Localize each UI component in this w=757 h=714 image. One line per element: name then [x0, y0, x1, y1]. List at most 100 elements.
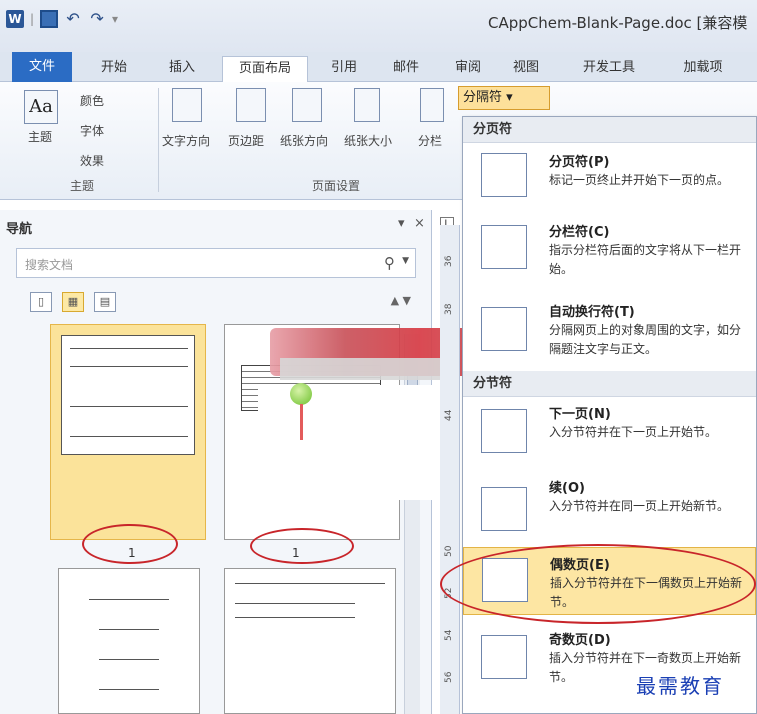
menu-item-column-break[interactable]: 分栏符(C) 指示分栏符后面的文字将从下一栏开始。 [463, 215, 756, 283]
group-separator [158, 88, 159, 192]
paper-size-icon[interactable] [354, 88, 380, 122]
columns-button[interactable]: 分栏 [418, 132, 442, 149]
nav-options-icon[interactable]: ▾ [398, 216, 405, 231]
section-breaks-header: 分节符 [463, 371, 756, 397]
menu-item-text-wrapping[interactable]: 自动换行符(T) 分隔网页上的对象周围的文字，如分隔题注文字与正文。 [463, 297, 756, 365]
title-bar: W | ↶ ↷ ▾ CAppChem-Blank-Page.doc [兼容模 [0, 0, 757, 52]
tab-developer[interactable]: 开发工具 [566, 56, 652, 82]
odd-page-icon [481, 635, 527, 679]
tab-view[interactable]: 视图 [506, 56, 546, 82]
tab-mailings[interactable]: 邮件 [384, 56, 428, 82]
thumbnail-content [61, 335, 195, 455]
annotation-circle [82, 524, 178, 564]
theme-group-caption: 主题 [70, 179, 95, 193]
thumbnail-line [89, 599, 169, 600]
headings-view-button[interactable]: ▯ [30, 292, 52, 312]
theme-colors-button[interactable]: 颜色 [80, 92, 104, 109]
thumbnail-line [235, 617, 355, 618]
thumbnail-line [99, 629, 159, 630]
breaks-button[interactable]: 分隔符 ▾ [458, 86, 550, 110]
breaks-menu: 分页符 分页符(P) 标记一页终止并开始下一页的点。 分栏符(C) 指示分栏符后… [462, 116, 757, 714]
watermark: 最需教育 [636, 674, 724, 698]
thumbnail-line [70, 348, 188, 349]
menu-item-desc: 入分节符并在下一页上开始节。 [549, 425, 718, 439]
ruler-tick: 38 [444, 303, 454, 315]
tab-insert[interactable]: 插入 [160, 56, 204, 82]
ruler-tick: 50 [444, 545, 454, 557]
ribbon-tabs: 文件 开始 插入 页面布局 引用 邮件 审阅 视图 开发工具 加载项 [0, 52, 757, 82]
continuous-icon [481, 487, 527, 531]
thumbnail-line [235, 603, 355, 604]
close-icon[interactable]: × [414, 216, 425, 231]
page-thumbnail-4[interactable] [224, 568, 396, 714]
tab-addins[interactable]: 加载项 [670, 56, 736, 82]
menu-item-desc: 指示分栏符后面的文字将从下一栏开始。 [549, 243, 742, 276]
window-title: CAppChem-Blank-Page.doc [兼容模 [488, 14, 748, 32]
page-thumbnail-3[interactable] [58, 568, 200, 714]
qat-separator: | [30, 12, 35, 26]
save-icon[interactable] [40, 10, 59, 28]
results-view-button[interactable]: ▤ [94, 292, 116, 312]
menu-item-desc: 分隔网页上的对象周围的文字，如分隔题注文字与正文。 [549, 323, 742, 356]
theme-fonts-button[interactable]: 字体 [80, 122, 104, 139]
thumbnail-line [70, 366, 188, 367]
search-input[interactable]: 搜索文档 ⚲ ▼ [16, 248, 416, 278]
menu-item-name: 续(O) [549, 481, 585, 496]
page-thumbnail-1[interactable] [50, 324, 206, 540]
ruler-tick: 44 [444, 409, 454, 421]
menu-item-name: 自动换行符(T) [549, 305, 635, 320]
columns-icon[interactable] [420, 88, 444, 122]
chevron-down-icon: ▾ [506, 90, 513, 105]
ruler-tick: 56 [444, 671, 454, 683]
menu-item-name: 下一页(N) [549, 407, 611, 422]
pushpin-icon [290, 383, 312, 405]
orientation-button[interactable]: 纸张方向 [280, 132, 328, 149]
redo-icon[interactable]: ↷ [88, 10, 106, 28]
thumbnail-line [235, 583, 385, 584]
page-break-icon [481, 153, 527, 197]
tab-references[interactable]: 引用 [322, 56, 366, 82]
ruler-tick: 54 [444, 629, 454, 641]
pages-view-button[interactable]: ▦ [62, 292, 84, 312]
menu-item-name: 分栏符(C) [549, 225, 610, 240]
menu-item-desc: 入分节符并在同一页上开始新节。 [549, 499, 730, 513]
search-dropdown-icon[interactable]: ▼ [402, 256, 409, 266]
word-icon[interactable]: W [6, 10, 24, 28]
annotation-circle [250, 528, 354, 564]
thumbnail-line [70, 406, 188, 407]
tab-page-layout[interactable]: 页面布局 [222, 56, 308, 82]
page-breaks-header: 分页符 [463, 117, 756, 143]
page-setup-caption: 页面设置 [312, 179, 361, 193]
themes-label[interactable]: 主题 [28, 128, 52, 145]
themes-icon[interactable]: Aa [24, 90, 58, 124]
annotation-circle [440, 544, 756, 624]
orientation-icon[interactable] [292, 88, 322, 122]
margins-button[interactable]: 页边距 [228, 132, 264, 149]
tab-file[interactable]: 文件 [12, 52, 72, 82]
nav-title: 导航 [6, 222, 33, 237]
margins-icon[interactable] [236, 88, 266, 122]
quick-access-toolbar: W | ↶ ↷ ▾ [6, 10, 118, 28]
scroll-arrows-icon[interactable]: ▲ ▼ [391, 294, 411, 307]
menu-item-page-break[interactable]: 分页符(P) 标记一页终止并开始下一页的点。 [463, 145, 756, 209]
tab-review[interactable]: 审阅 [448, 56, 488, 82]
tab-home[interactable]: 开始 [90, 56, 138, 82]
paper-size-button[interactable]: 纸张大小 [344, 132, 392, 149]
text-direction-button[interactable]: 文字方向 [162, 132, 210, 149]
text-direction-icon[interactable] [172, 88, 202, 122]
search-icon[interactable]: ⚲ [384, 254, 395, 272]
menu-item-name: 奇数页(D) [549, 633, 611, 648]
menu-item-next-page[interactable]: 下一页(N) 入分节符并在下一页上开始节。 [463, 399, 756, 463]
undo-icon[interactable]: ↶ [64, 10, 82, 28]
ruler-tick: 36 [444, 255, 454, 267]
menu-item-desc: 标记一页终止并开始下一页的点。 [549, 173, 730, 187]
vertical-ruler: 36 38 44 50 52 54 56 [440, 225, 460, 714]
thumbnail-line [99, 689, 159, 690]
blank-region [258, 385, 462, 500]
thumbnail-line [70, 436, 188, 437]
redacted-region [280, 358, 440, 380]
menu-item-continuous[interactable]: 续(O) 入分节符并在同一页上开始新节。 [463, 473, 756, 539]
qat-customize-icon[interactable]: ▾ [112, 12, 118, 26]
text-wrapping-icon [481, 307, 527, 351]
theme-effects-button[interactable]: 效果 [80, 152, 104, 169]
